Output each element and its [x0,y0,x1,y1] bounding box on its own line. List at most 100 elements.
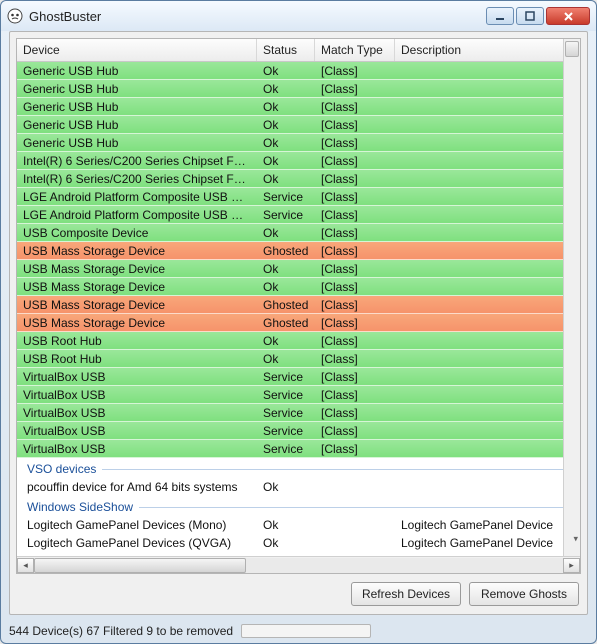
app-window: GhostBuster Device Status Match Type Des… [0,0,597,644]
cell-desc [395,134,580,151]
cell-desc [395,206,580,223]
hscroll-thumb[interactable] [34,558,246,573]
cell-desc [395,422,580,439]
table-row[interactable]: USB Root HubOk[Class] [17,350,580,368]
table-row[interactable]: Intel(R) 6 Series/C200 Series Chipset Fa… [17,152,580,170]
cell-status: Ok [257,478,315,495]
vertical-scrollbar[interactable]: ▾ [563,39,580,556]
cell-device: LGE Android Platform Composite USB Devic… [17,206,257,223]
cell-match: [Class] [315,404,395,421]
cell-device: USB Mass Storage Device [17,242,257,259]
table-row[interactable]: USB Composite DeviceOk[Class] [17,224,580,242]
cell-match [315,478,395,495]
table-row[interactable]: Logitech GamePanel Devices (Mono)OkLogit… [17,516,580,534]
col-match[interactable]: Match Type [315,39,395,61]
cell-match: [Class] [315,350,395,367]
cell-device: VirtualBox USB [17,386,257,403]
titlebar[interactable]: GhostBuster [1,1,596,31]
cell-match: [Class] [315,224,395,241]
minimize-button[interactable] [486,7,514,25]
cell-desc [395,296,580,313]
cell-desc [395,80,580,97]
status-bar: 544 Device(s) 67 Filtered 9 to be remove… [1,619,596,643]
cell-device: Intel(R) 6 Series/C200 Series Chipset Fa… [17,170,257,187]
table-row[interactable]: Generic USB HubOk[Class] [17,134,580,152]
table-row[interactable]: VirtualBox USBService[Class] [17,422,580,440]
cell-device: USB Root Hub [17,350,257,367]
cell-status: Ok [257,278,315,295]
table-row[interactable]: VirtualBox USBService[Class] [17,386,580,404]
horizontal-scrollbar[interactable]: ◂ ▸ [17,556,580,573]
cell-match: [Class] [315,152,395,169]
cell-status: Ok [257,170,315,187]
cell-match: [Class] [315,80,395,97]
cell-match: [Class] [315,134,395,151]
cell-device: Generic USB Hub [17,134,257,151]
cell-match: [Class] [315,242,395,259]
remove-button[interactable]: Remove Ghosts [469,582,579,606]
progress-bar [241,624,371,638]
table-row[interactable]: USB Mass Storage DeviceOk[Class] [17,278,580,296]
table-row[interactable]: USB Mass Storage DeviceOk[Class] [17,260,580,278]
table-row[interactable]: USB Root HubOk[Class] [17,332,580,350]
cell-desc [395,278,580,295]
cell-status: Service [257,386,315,403]
cell-device: USB Mass Storage Device [17,260,257,277]
cell-match: [Class] [315,440,395,457]
col-desc[interactable]: Description [395,39,580,61]
close-button[interactable] [546,7,590,25]
cell-match: [Class] [315,422,395,439]
cell-match: [Class] [315,260,395,277]
table-row[interactable]: VirtualBox USBService[Class] [17,440,580,458]
maximize-button[interactable] [516,7,544,25]
cell-desc [395,242,580,259]
table-row[interactable]: pcouffin device for Amd 64 bits systemsO… [17,478,580,496]
col-status[interactable]: Status [257,39,315,61]
table-row[interactable]: USB Mass Storage DeviceGhosted[Class] [17,296,580,314]
table-row[interactable]: VirtualBox USBService[Class] [17,368,580,386]
cell-device: USB Mass Storage Device [17,296,257,313]
cell-status: Ok [257,152,315,169]
cell-match: [Class] [315,296,395,313]
cell-match: [Class] [315,188,395,205]
cell-status: Ok [257,62,315,79]
cell-status: Ok [257,260,315,277]
col-device[interactable]: Device [17,39,257,61]
table-row[interactable]: Intel(R) 6 Series/C200 Series Chipset Fa… [17,170,580,188]
cell-desc [395,404,580,421]
cell-match: [Class] [315,314,395,331]
table-row[interactable]: USB Mass Storage DeviceGhosted[Class] [17,242,580,260]
hscroll-left[interactable]: ◂ [17,558,34,573]
group-header[interactable]: Windows SideShow [17,496,580,516]
table-row[interactable]: LGE Android Platform Composite USB Devic… [17,206,580,224]
cell-desc [395,478,580,495]
chevron-down-icon: ▾ [573,534,578,545]
window-buttons [486,7,590,25]
table-row[interactable]: Generic USB HubOk[Class] [17,62,580,80]
button-row: Refresh Devices Remove Ghosts [16,574,581,608]
hscroll-right[interactable]: ▸ [563,558,580,573]
cell-match: [Class] [315,206,395,223]
cell-status: Ok [257,332,315,349]
refresh-button[interactable]: Refresh Devices [351,582,461,606]
group-header[interactable]: VSO devices [17,458,580,478]
cell-desc [395,116,580,133]
cell-device: Logitech GamePanel Devices (Mono) [17,516,257,533]
cell-device: Generic USB Hub [17,62,257,79]
cell-desc: Logitech GamePanel Device [395,534,580,551]
vscroll-thumb[interactable] [565,41,579,57]
cell-status: Service [257,404,315,421]
list-body[interactable]: Generic USB HubOk[Class]Generic USB HubO… [17,62,580,556]
hscroll-track[interactable] [34,558,563,573]
table-row[interactable]: Generic USB HubOk[Class] [17,80,580,98]
table-row[interactable]: Generic USB HubOk[Class] [17,116,580,134]
table-row[interactable]: VirtualBox USBService[Class] [17,404,580,422]
cell-device: USB Root Hub [17,332,257,349]
cell-match [315,516,395,533]
table-row[interactable]: USB Mass Storage DeviceGhosted[Class] [17,314,580,332]
table-row[interactable]: Generic USB HubOk[Class] [17,98,580,116]
table-row[interactable]: LGE Android Platform Composite USB Devic… [17,188,580,206]
table-row[interactable]: Logitech GamePanel Devices (QVGA)OkLogit… [17,534,580,552]
status-text: 544 Device(s) 67 Filtered 9 to be remove… [9,624,233,638]
cell-status: Ok [257,350,315,367]
